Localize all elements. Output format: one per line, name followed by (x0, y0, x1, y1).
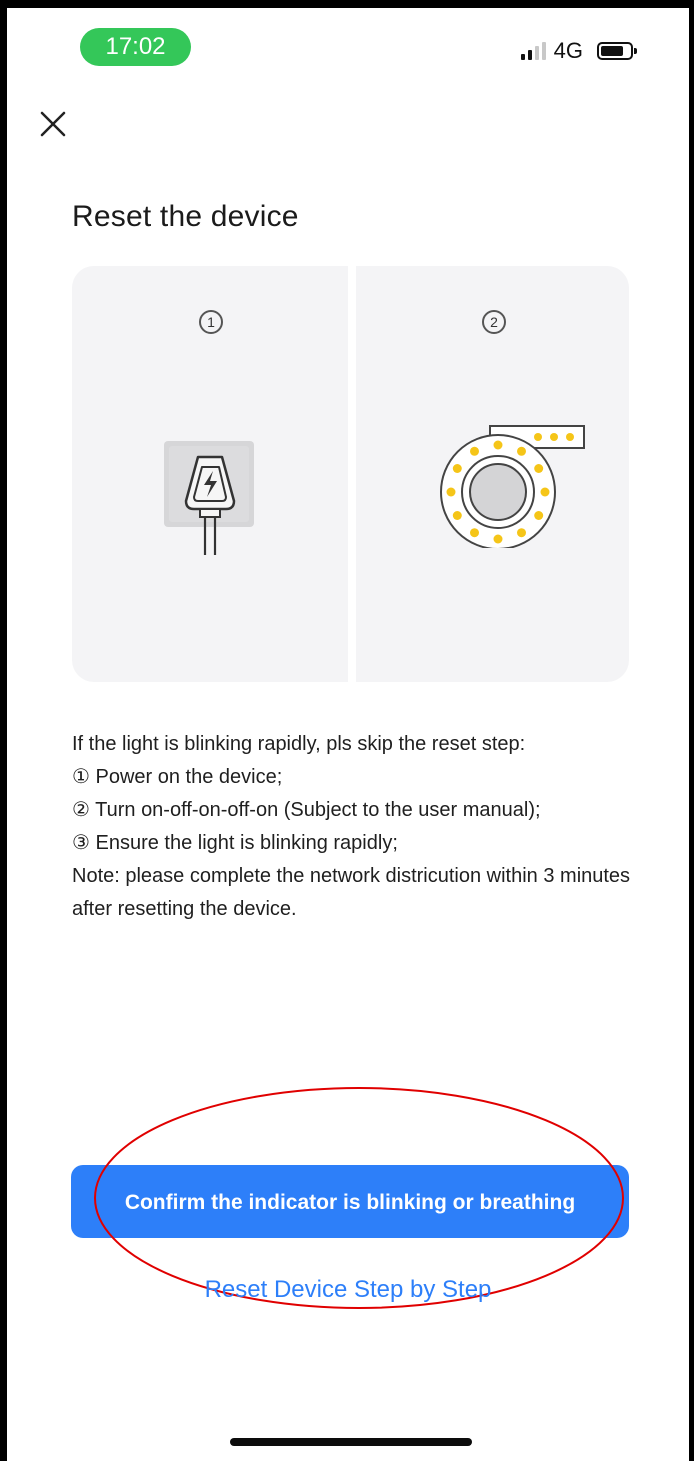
instructions: If the light is blinking rapidly, pls sk… (72, 728, 632, 926)
phone-frame: 17:02 4G Reset the device 1 2 If the lig… (0, 0, 694, 1461)
led-dot (452, 511, 462, 520)
status-time: 17:02 (80, 28, 191, 66)
step2-panel: 2 (356, 266, 629, 682)
status-indicators: 4G (520, 36, 637, 66)
card-divider (348, 266, 356, 682)
instruction-step-2: ② Turn on-off-on-off-on (Subject to the … (72, 799, 541, 821)
led-dot (452, 464, 462, 473)
led-dot (540, 487, 550, 497)
network-type: 4G (553, 38, 583, 63)
illustration-card: 1 2 (72, 266, 629, 682)
instructions-note: Note: please complete the network distri… (72, 865, 631, 920)
led-dot (534, 464, 544, 473)
step1-panel: 1 (72, 266, 348, 682)
led-dot (517, 446, 526, 456)
led-dot (517, 528, 526, 538)
step2-number: 2 (482, 310, 506, 334)
instruction-step-3: ③ Ensure the light is blinking rapidly; (72, 832, 398, 854)
signal-icon (520, 42, 546, 60)
reset-step-by-step-link[interactable]: Reset Device Step by Step (7, 1276, 689, 1304)
app-screen: 17:02 4G Reset the device 1 2 If the lig… (7, 8, 689, 1461)
led-dot (534, 511, 544, 520)
instruction-step-1: ① Power on the device; (72, 766, 283, 788)
led-dot (493, 440, 503, 450)
led-dot (493, 534, 503, 544)
confirm-indicator-button[interactable]: Confirm the indicator is blinking or bre… (71, 1165, 629, 1238)
power-plug-icon (164, 441, 254, 555)
led-dot (470, 446, 479, 456)
step1-number: 1 (199, 310, 223, 334)
led-indicator-icon (440, 425, 585, 548)
home-indicator (230, 1438, 472, 1446)
led-dot (470, 528, 479, 538)
led-dot (446, 487, 456, 497)
page-title: Reset the device (72, 200, 299, 233)
instructions-intro: If the light is blinking rapidly, pls sk… (72, 733, 526, 755)
close-icon[interactable] (35, 106, 71, 142)
battery-icon (597, 42, 637, 60)
